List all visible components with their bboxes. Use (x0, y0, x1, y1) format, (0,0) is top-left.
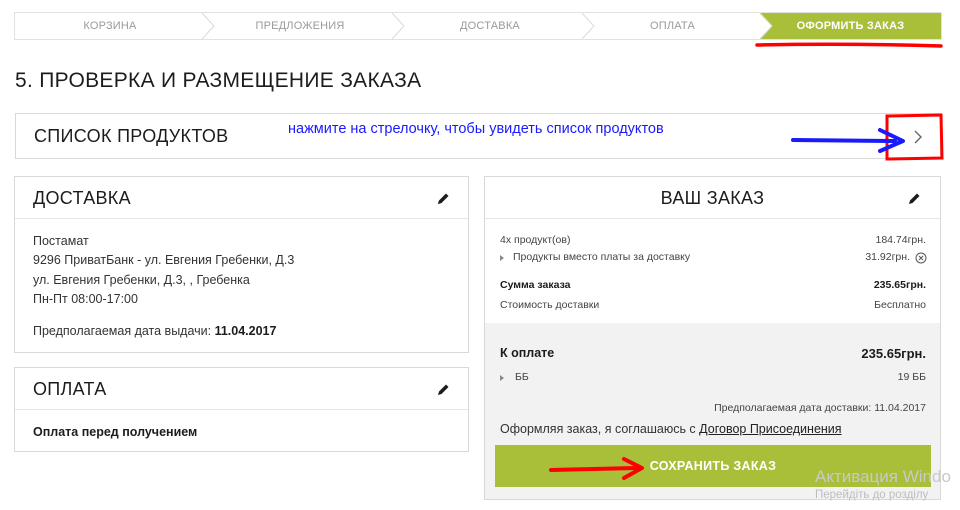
agree-text: Оформляя заказ, я соглашаюсь с (500, 422, 700, 436)
order-title: ВАШ ЗАКАЗ (660, 188, 765, 208)
step-offers[interactable]: ПРЕДЛОЖЕНИЯ (205, 13, 395, 39)
pay-label: К оплате (500, 346, 555, 360)
delivery-date: Предполагаемая дата доставки: 11.04.2017 (714, 402, 926, 414)
step-delivery[interactable]: ДОСТАВКА (395, 13, 585, 39)
shipping-label: Стоимость доставки (500, 299, 600, 311)
annotation-arrow-red (549, 457, 644, 480)
products-title: СПИСОК ПРОДУКТОВ (34, 126, 229, 146)
remove-circle-icon[interactable] (915, 252, 927, 264)
payment-panel: ОПЛАТА Оплата перед получением (14, 367, 469, 452)
annotation-underline (755, 42, 943, 48)
step-cart[interactable]: КОРЗИНА (15, 13, 205, 39)
annotation-hint: нажмите на стрелочку, чтобы увидеть спис… (288, 121, 664, 137)
delivery-line: Пн-Пт 08:00-17:00 (33, 292, 138, 306)
delivery-title: ДОСТАВКА (33, 188, 131, 208)
order-panel: ВАШ ЗАКАЗ 4х продукт(ов) 184.74грн. Прод… (484, 176, 941, 500)
pencil-icon[interactable] (906, 191, 922, 207)
activation-watermark-sub: Перейдіть до розділу (815, 489, 929, 501)
page-title: 5. ПРОВЕРКА И РАЗМЕЩЕНИЕ ЗАКАЗА (15, 69, 422, 92)
sum-value: 235.65грн. (873, 279, 926, 291)
step-separator-icon (391, 13, 405, 39)
pencil-icon[interactable] (435, 191, 451, 207)
pencil-icon[interactable] (435, 382, 451, 398)
step-separator-icon (759, 13, 773, 39)
payment-method: Оплата перед получением (33, 425, 198, 439)
delivery-line: Постамат (33, 234, 89, 248)
shipping-value: Бесплатно (874, 299, 926, 311)
instead-label: Продукты вместо платы за доставку (513, 251, 691, 263)
agreement-link[interactable]: Договор Присоединения (699, 422, 841, 436)
step-payment[interactable]: ОПЛАТА (585, 13, 760, 39)
checkout-steps: КОРЗИНА ПРЕДЛОЖЕНИЯ ДОСТАВКА ОПЛАТА ОФОР… (14, 12, 942, 40)
step-separator-icon (201, 13, 215, 39)
annotation-arrow-blue (791, 128, 905, 153)
pay-value: 235.65грн. (861, 346, 926, 361)
delivery-line: 9296 ПриватБанк - ул. Евгения Гребенки, … (33, 253, 295, 267)
products-count-value: 184.74грн. (875, 234, 926, 246)
expand-triangle-icon[interactable] (500, 375, 504, 381)
step-place-order[interactable]: ОФОРМИТЬ ЗАКАЗ (760, 13, 941, 39)
issue-date-label: Предполагаемая дата выдачи: (33, 324, 215, 338)
delivery-panel: ДОСТАВКА Постамат 9296 ПриватБанк - ул. … (14, 176, 469, 353)
activation-watermark: Активация Windo (815, 467, 951, 486)
bb-label: ББ (515, 371, 529, 383)
payment-title: ОПЛАТА (33, 379, 107, 399)
products-count-label: 4х продукт(ов) (500, 234, 571, 246)
delivery-line: ул. Евгения Гребенки, Д.3, , Гребенка (33, 273, 250, 287)
issue-date-value: 11.04.2017 (214, 324, 277, 338)
expand-triangle-icon[interactable] (500, 255, 504, 261)
step-separator-icon (581, 13, 595, 39)
bb-value: 19 ББ (897, 371, 926, 383)
instead-value: 31.92грн. (865, 251, 910, 263)
sum-label: Сумма заказа (500, 279, 571, 291)
